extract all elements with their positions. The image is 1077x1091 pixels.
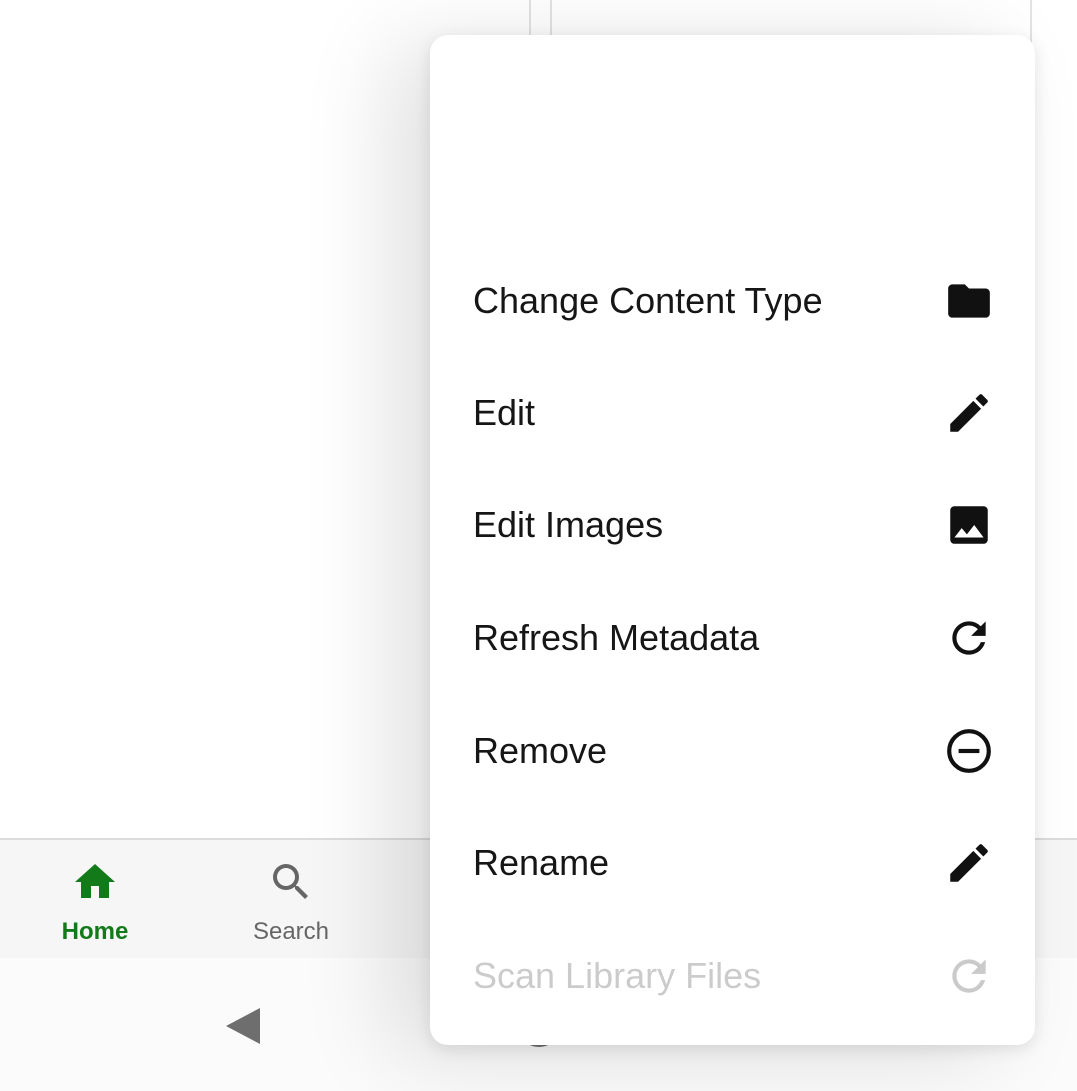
background-divider xyxy=(529,0,531,40)
pencil-icon xyxy=(950,844,988,882)
nav-item-search-label: Search xyxy=(252,918,330,945)
back-triangle-icon[interactable] xyxy=(218,1002,266,1050)
menu-item-label: Scan Library Files xyxy=(473,955,762,996)
refresh-icon xyxy=(952,959,986,993)
image-icon xyxy=(950,506,988,544)
pencil-icon xyxy=(950,394,988,432)
menu-item-label: Rename xyxy=(473,842,610,883)
menu-item-scan-library-files[interactable]: Scan Library Files xyxy=(430,920,1035,1032)
menu-item-rename[interactable]: Rename xyxy=(430,807,1035,919)
menu-item-edit-images[interactable]: Edit Images xyxy=(430,469,1035,581)
menu-item-label: Edit Images xyxy=(473,504,664,545)
background-divider xyxy=(550,0,552,40)
menu-item-label: Edit xyxy=(473,392,536,433)
context-menu: Change Content Type Edit Edit Images Ref… xyxy=(430,35,1035,1045)
nav-item-home[interactable]: Home xyxy=(20,840,170,958)
nav-item-search[interactable]: Search xyxy=(216,840,366,958)
search-icon xyxy=(273,864,308,899)
menu-item-edit[interactable]: Edit xyxy=(430,357,1035,469)
menu-item-remove[interactable]: Remove xyxy=(430,695,1035,807)
menu-item-refresh-metadata[interactable]: Refresh Metadata xyxy=(430,582,1035,694)
home-icon xyxy=(75,864,115,898)
menu-item-change-content-type[interactable]: Change Content Type xyxy=(430,245,1035,357)
folder-icon xyxy=(948,284,990,318)
menu-item-label: Refresh Metadata xyxy=(473,617,760,658)
nav-item-home-label: Home xyxy=(61,918,129,945)
menu-item-label: Remove xyxy=(473,730,608,771)
refresh-icon xyxy=(952,621,986,655)
menu-item-label: Change Content Type xyxy=(473,280,823,321)
minus-circle-icon xyxy=(947,729,991,773)
